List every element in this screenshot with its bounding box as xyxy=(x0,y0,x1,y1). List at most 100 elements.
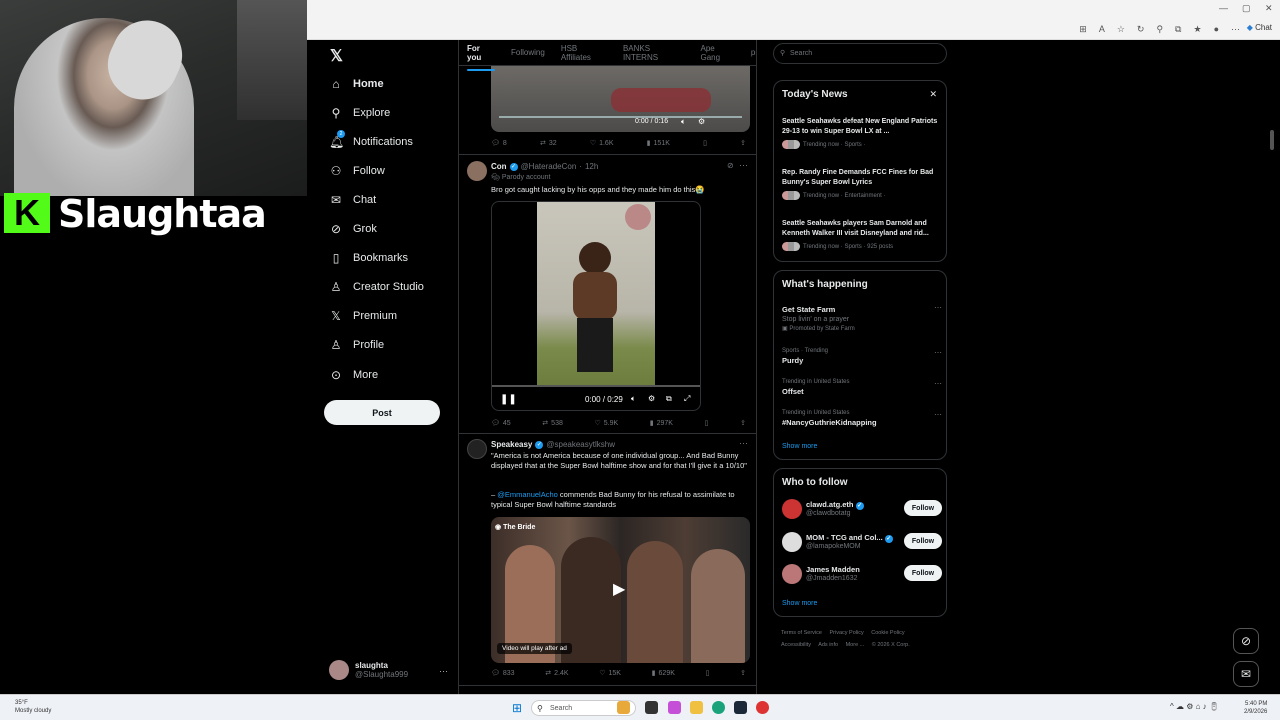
tweet-video[interactable]: ◉ The Bride ▶ Video will play after ad xyxy=(491,517,750,663)
follow-button[interactable]: Follow xyxy=(904,565,942,581)
system-tray-icons[interactable]: ^ ☁ ⚙ ⌂ ♪ 🔋︎ xyxy=(1170,702,1219,711)
post-button[interactable]: Post xyxy=(324,400,440,425)
trend-item[interactable]: Trending in United States Offset ⋯ xyxy=(782,379,942,396)
tweet-author-name[interactable]: Con xyxy=(491,162,507,171)
follow-suggestion[interactable]: MOM - TCG and Col... ✓ @lamapokeMOM Foll… xyxy=(782,530,942,554)
footer-link[interactable]: Ads info xyxy=(818,642,838,648)
views-button[interactable]: ▮ 297K xyxy=(650,419,673,428)
mention-link[interactable]: @EmmanuelAcho xyxy=(497,490,558,499)
extensions-icon[interactable]: ⚲ xyxy=(1156,24,1163,35)
menu-dots-icon[interactable]: ⋯ xyxy=(1231,24,1240,35)
views-button[interactable]: ▮ 629K xyxy=(652,669,675,678)
tab-for-you[interactable]: For you xyxy=(467,44,496,71)
nav-chat[interactable]: ✉ Chat xyxy=(329,193,376,207)
more-dots-icon[interactable]: ⋯ xyxy=(934,379,942,388)
more-dots-icon[interactable]: ⋯ xyxy=(934,303,942,312)
x-logo-icon[interactable]: 𝕏 xyxy=(330,46,343,66)
more-dots-icon[interactable]: ⋯ xyxy=(739,438,748,449)
nav-creator-studio[interactable]: ♙ Creator Studio xyxy=(329,280,424,294)
footer-link[interactable]: Terms of Service xyxy=(781,630,822,636)
refresh-icon[interactable]: ↻ xyxy=(1137,24,1145,35)
windows-start-icon[interactable]: ⊞ xyxy=(512,701,522,715)
profile-avatar-icon[interactable]: ● xyxy=(1214,24,1219,35)
nav-profile[interactable]: ♙ Profile xyxy=(329,338,385,352)
tab-following[interactable]: Following xyxy=(511,48,545,57)
tweet-time[interactable]: 12h xyxy=(585,162,598,171)
scrollbar[interactable] xyxy=(1270,130,1274,150)
follow-button[interactable]: Follow xyxy=(904,533,942,549)
bookmark-button[interactable]: ▯ xyxy=(703,139,707,147)
news-item[interactable]: Seattle Seahawks players Sam Darnold and… xyxy=(782,219,942,251)
taskbar-clock[interactable]: 5:40 PM 2/9/2026 xyxy=(1244,700,1267,716)
pip-icon[interactable]: ⧉ xyxy=(666,394,672,404)
reply-button[interactable]: 💬︎ 833 xyxy=(491,669,515,678)
tab-ape-gang[interactable]: Ape Gang xyxy=(700,44,734,62)
more-dots-icon[interactable]: ⋯ xyxy=(934,348,942,357)
maximize-icon[interactable]: ▢ xyxy=(1242,3,1251,14)
follow-suggestion[interactable]: clawd.atg.eth ✓ @clawdbotatg Follow xyxy=(782,497,942,521)
like-button[interactable]: ♡ 1.6K xyxy=(590,139,614,148)
news-item[interactable]: Seattle Seahawks defeat New England Patr… xyxy=(782,117,942,149)
account-switcher[interactable]: slaughta @Slaughta999 xyxy=(329,660,408,680)
tab-pr[interactable]: pr xyxy=(751,48,756,57)
video-progress-bar[interactable] xyxy=(492,385,700,387)
bookmark-button[interactable]: ▯ xyxy=(705,419,709,427)
messages-fab-button[interactable]: ✉ xyxy=(1233,661,1259,687)
steam-icon[interactable] xyxy=(734,701,747,714)
mute-icon[interactable]: 🔈︎ xyxy=(681,117,686,127)
repost-button[interactable]: ⇄ 32 xyxy=(540,139,557,148)
tweet-author-handle[interactable]: @speakeasytlkshw xyxy=(546,440,615,449)
like-button[interactable]: ♡ 5.9K xyxy=(594,419,618,428)
like-button[interactable]: ♡ 15K xyxy=(599,669,621,678)
bookmark-button[interactable]: ▯ xyxy=(706,669,710,677)
show-more-link[interactable]: Show more xyxy=(782,600,817,607)
play-icon[interactable]: ▶ xyxy=(613,579,625,599)
trend-item[interactable]: Sports · Trending Purdy ⋯ xyxy=(782,348,942,365)
nav-more[interactable]: ⊙ More xyxy=(329,368,378,382)
task-view-icon[interactable] xyxy=(645,701,658,714)
copilot-chat-button[interactable]: ◆ Chat xyxy=(1247,23,1272,32)
mute-icon[interactable]: 🔈︎ xyxy=(631,394,636,404)
settings-icon[interactable]: ⚙ xyxy=(648,394,655,403)
copilot-taskbar-icon[interactable] xyxy=(668,701,681,714)
footer-link[interactable]: Accessibility xyxy=(781,642,811,648)
reply-button[interactable]: 💬︎ 45 xyxy=(491,419,511,428)
close-icon[interactable]: ✕ xyxy=(929,89,937,100)
share-button[interactable]: ⇪ xyxy=(740,669,746,677)
file-explorer-icon[interactable] xyxy=(690,701,703,714)
trend-item[interactable]: Trending in United States #NancyGuthrieK… xyxy=(782,410,942,427)
fullscreen-icon[interactable]: ⤢ xyxy=(684,394,690,404)
repost-button[interactable]: ⇄ 2.4K xyxy=(545,669,568,678)
read-aloud-icon[interactable]: A xyxy=(1099,24,1105,35)
avatar[interactable] xyxy=(467,161,487,181)
nav-explore[interactable]: ⚲ Explore xyxy=(329,106,391,120)
nav-bookmarks[interactable]: ▯ Bookmarks xyxy=(329,251,408,265)
show-more-link[interactable]: Show more xyxy=(782,443,817,450)
more-dots-icon[interactable]: ⋯ xyxy=(439,666,448,677)
favorites-bar-icon[interactable]: ★ xyxy=(1193,24,1201,35)
tweet-video[interactable]: ❚❚ 0:00 / 0:29 🔈︎ ⚙ ⧉ ⤢ xyxy=(491,201,701,411)
favorite-icon[interactable]: ☆ xyxy=(1117,24,1125,35)
taskbar-app-icon[interactable] xyxy=(756,701,769,714)
taskbar-app-icon[interactable] xyxy=(617,701,630,714)
collections-icon[interactable]: ⧉ xyxy=(1175,24,1181,35)
close-window-icon[interactable]: ✕ xyxy=(1265,3,1273,14)
follow-suggestion[interactable]: James Madden @Jmadden1632 Follow xyxy=(782,562,942,586)
settings-icon[interactable]: ⚙ xyxy=(698,117,705,126)
footer-link[interactable]: More ... xyxy=(846,642,865,648)
search-input[interactable]: ⚲ Search xyxy=(773,43,947,64)
share-button[interactable]: ⇪ xyxy=(740,139,746,147)
tweet-author-name[interactable]: Speakeasy xyxy=(491,440,532,449)
avatar[interactable] xyxy=(467,439,487,459)
tweet-video[interactable]: 0:00 / 0:16 🔈︎ ⚙ xyxy=(491,66,750,132)
more-dots-icon[interactable]: ⋯ xyxy=(934,410,942,419)
follow-button[interactable]: Follow xyxy=(904,500,942,516)
edge-browser-icon[interactable] xyxy=(712,701,725,714)
grok-icon[interactable]: ⊘ xyxy=(727,161,734,170)
reply-button[interactable]: 💬︎ 8 xyxy=(491,139,507,148)
nav-premium[interactable]: 𝕏 Premium xyxy=(329,309,397,323)
trend-item[interactable]: Get State Farm Stop livin' on a prayer ▣… xyxy=(782,303,942,332)
repost-button[interactable]: ⇄ 538 xyxy=(542,419,563,428)
footer-link[interactable]: Cookie Policy xyxy=(871,630,904,636)
grok-fab-button[interactable]: ⊘ xyxy=(1233,628,1259,654)
